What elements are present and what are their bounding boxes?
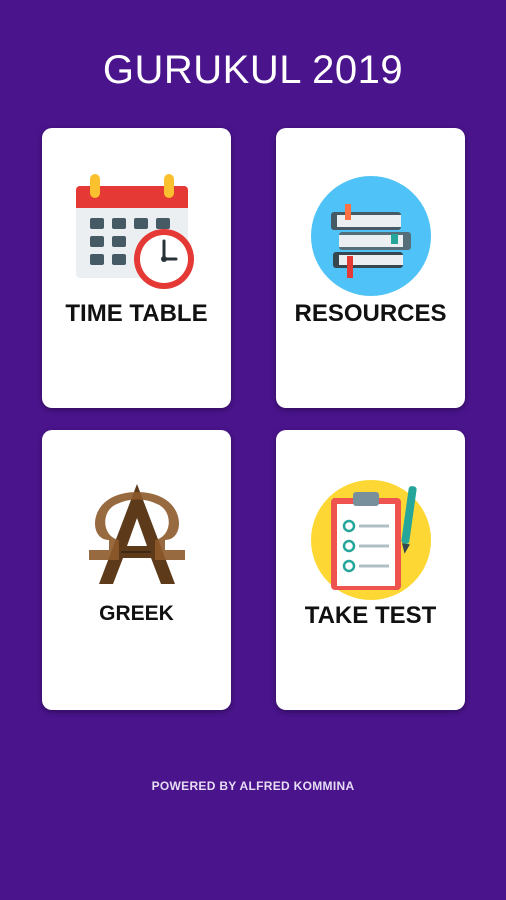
calendar-clock-icon <box>75 174 194 289</box>
app-title: GURUKUL 2019 <box>102 48 404 92</box>
card-label-greek: GREEK <box>99 602 174 625</box>
alpha-omega-icon <box>88 484 185 584</box>
take-test-card[interactable]: TAKE TEST <box>276 430 465 710</box>
time-table-card[interactable]: TIME TABLE <box>42 128 231 408</box>
clipboard-checklist-icon <box>310 480 431 600</box>
card-label-time-table: TIME TABLE <box>65 300 208 327</box>
card-label-resources: RESOURCES <box>294 300 447 327</box>
card-label-take-test: TAKE TEST <box>304 602 437 629</box>
resources-card[interactable]: RESOURCES <box>276 128 465 408</box>
books-icon <box>310 176 431 296</box>
footer-credit: POWERED BY ALFRED KOMMINA <box>151 779 355 793</box>
greek-card[interactable]: GREEK <box>42 430 231 710</box>
